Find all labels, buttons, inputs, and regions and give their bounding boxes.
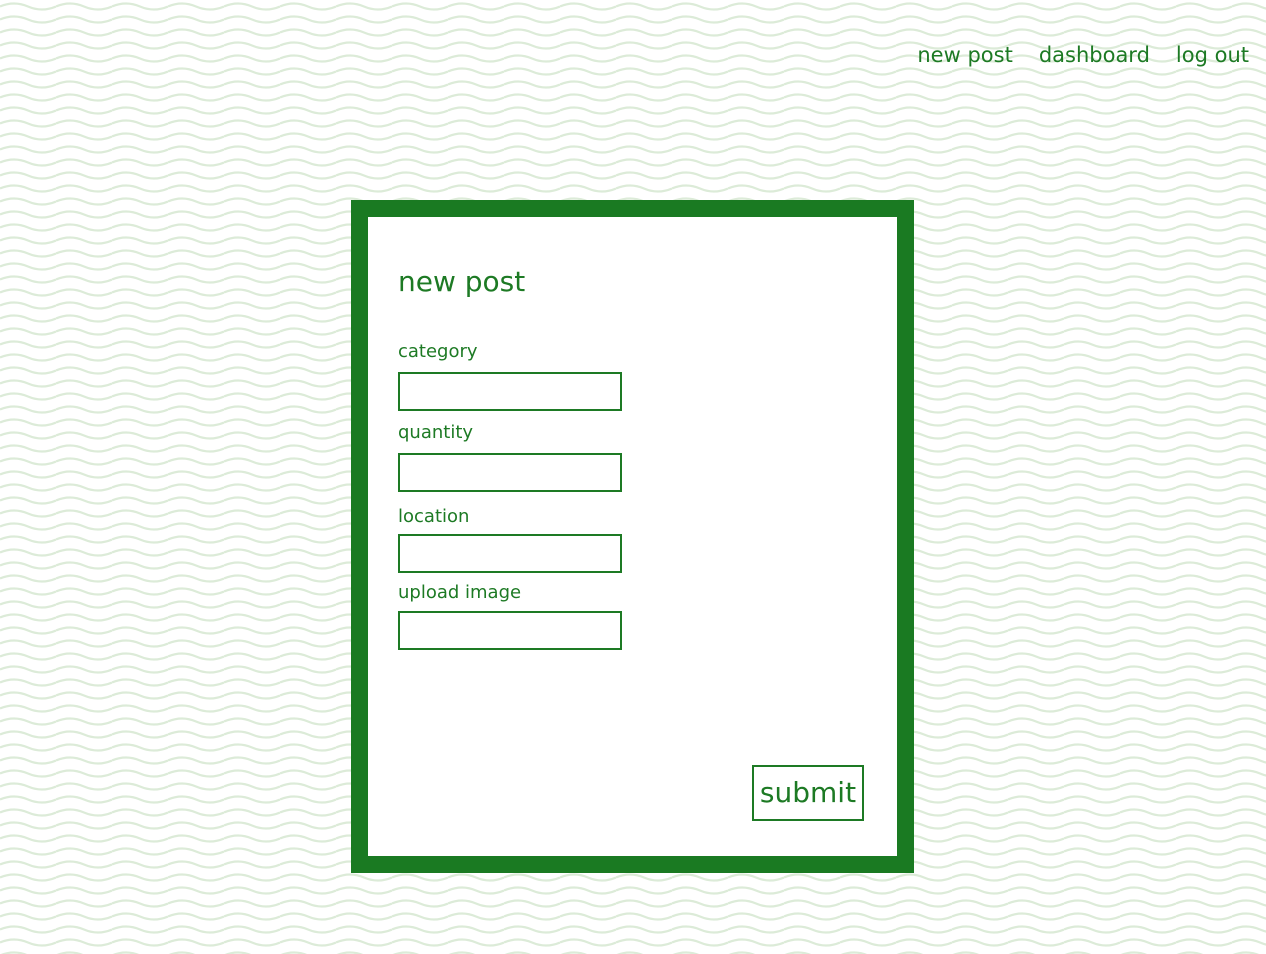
nav-log-out-link[interactable]: log out (1176, 41, 1249, 69)
location-label: location (398, 506, 470, 527)
nav-dashboard-link[interactable]: dashboard (1039, 41, 1150, 69)
top-nav: new post dashboard log out (917, 41, 1249, 69)
quantity-label: quantity (398, 422, 474, 443)
form-title: new post (398, 265, 526, 298)
category-input[interactable] (398, 372, 622, 411)
category-label: category (398, 341, 478, 362)
submit-button[interactable]: submit (752, 765, 864, 821)
nav-new-post-link[interactable]: new post (917, 41, 1012, 69)
location-input[interactable] (398, 534, 622, 573)
upload-image-input[interactable] (398, 611, 622, 650)
quantity-input[interactable] (398, 453, 622, 492)
new-post-card: new post category quantity location uplo… (351, 200, 914, 873)
upload-image-label: upload image (398, 582, 522, 603)
